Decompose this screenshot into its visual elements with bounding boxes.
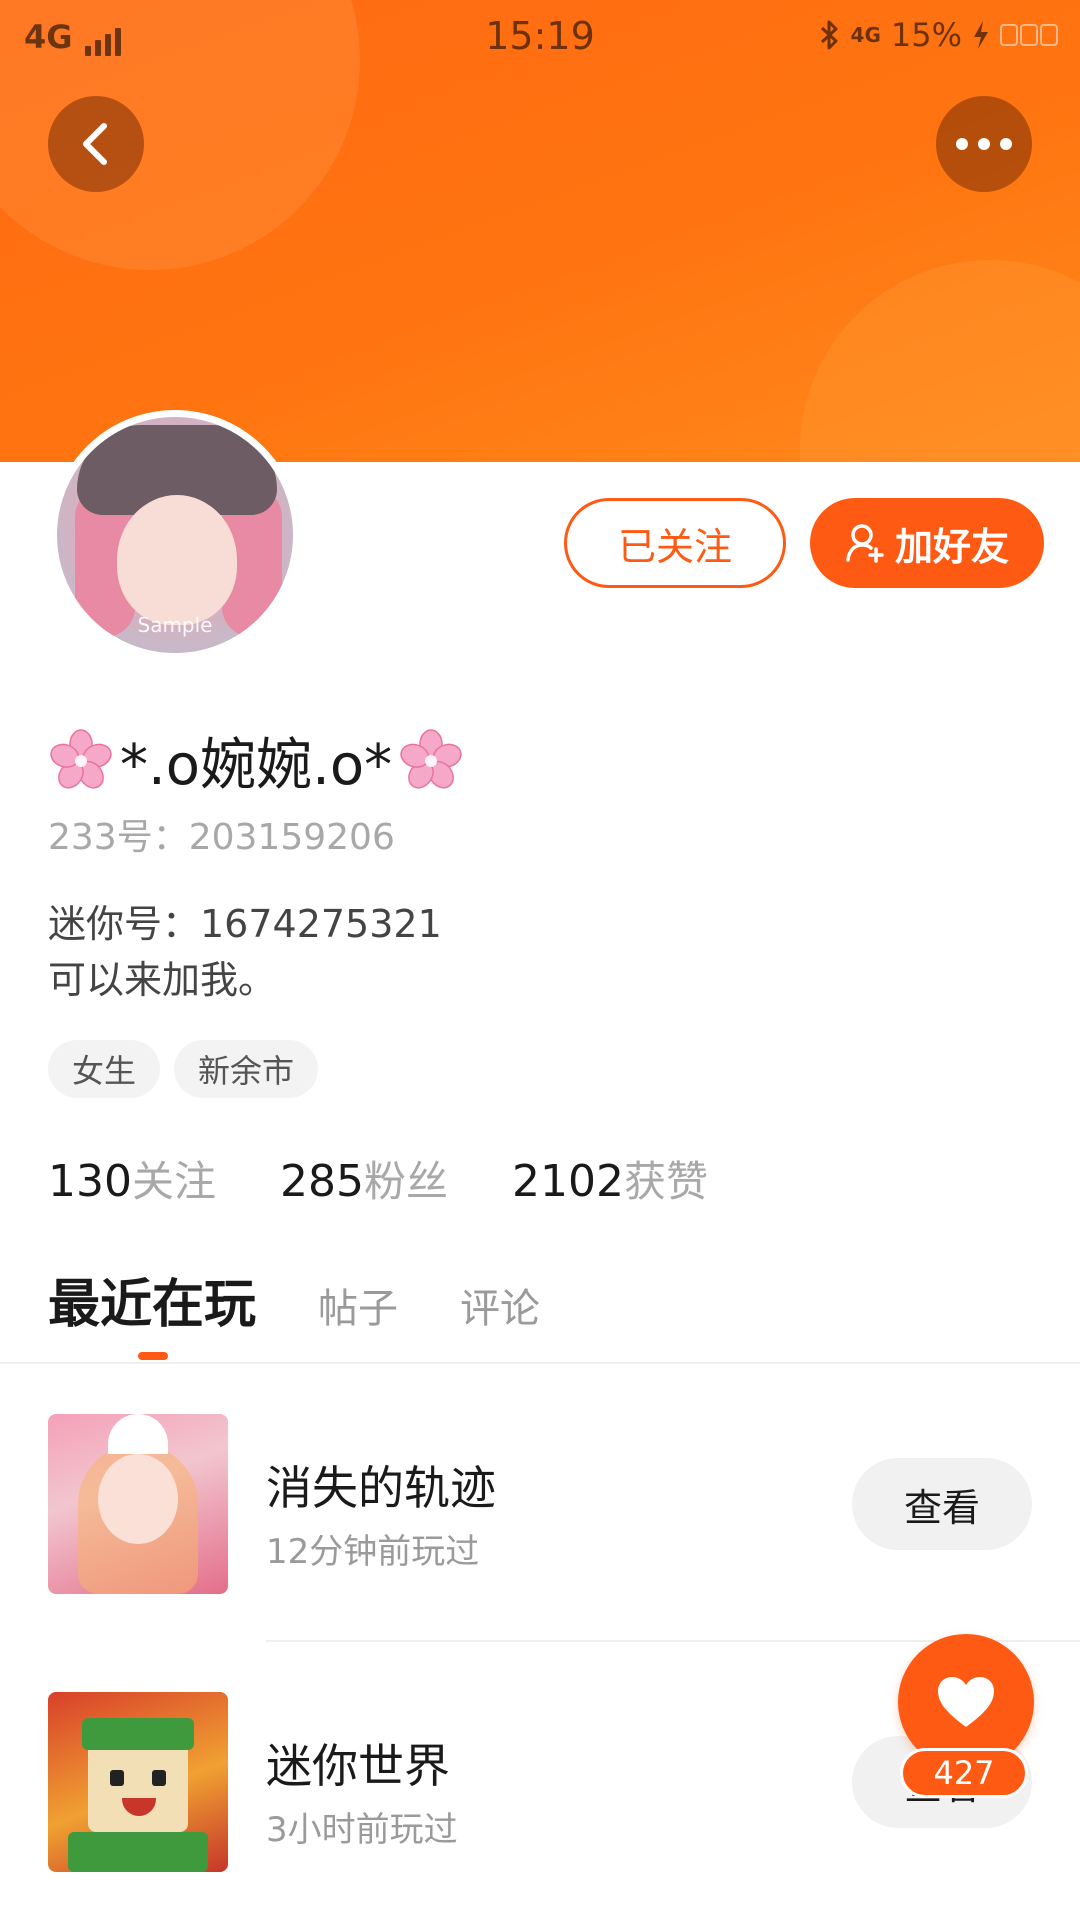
avatar-watermark: Sample	[137, 613, 213, 637]
back-button[interactable]	[48, 96, 144, 192]
tab-comments[interactable]: 评论	[460, 1276, 540, 1334]
bio-line: 可以来加我。	[48, 958, 277, 1002]
stat-number: 285	[280, 1156, 364, 1207]
add-user-icon	[846, 524, 884, 563]
heart-icon	[938, 1677, 994, 1727]
more-button[interactable]	[936, 96, 1032, 192]
profile-cover: 4G 15:19 4G 15%	[0, 0, 1080, 462]
battery-percent: 15%	[890, 16, 962, 54]
like-count: 427	[900, 1748, 1028, 1798]
sakura-icon	[50, 728, 112, 789]
stat-label: 粉丝	[363, 1157, 448, 1206]
stat-label: 关注	[131, 1157, 216, 1206]
list-item[interactable]: 消失的轨迹 12分钟前玩过 查看	[0, 1364, 1080, 1642]
game-last-played: 3小时前玩过	[266, 1810, 458, 1850]
stat-likes[interactable]: 2102 获赞	[512, 1148, 708, 1209]
profile-page: 4G 15:19 4G 15% Sample 已关注 加好友 *.o婉婉.o* …	[0, 0, 1080, 1920]
stat-number: 2102	[512, 1156, 624, 1207]
sakura-icon	[400, 728, 462, 789]
charging-icon	[974, 21, 988, 49]
tab-posts[interactable]: 帖子	[318, 1276, 398, 1334]
game-last-played: 12分钟前玩过	[266, 1532, 480, 1572]
gender-tag: 女生	[48, 1040, 161, 1098]
cover-decoration	[800, 260, 1080, 462]
battery-icon	[1000, 24, 1058, 46]
status-indicators: 4G 15%	[819, 16, 1058, 54]
profile-tags: 女生 新余市	[48, 1040, 319, 1098]
status-bar: 4G 15:19 4G 15%	[0, 0, 1080, 76]
location-tag: 新余市	[174, 1040, 319, 1098]
add-friend-label: 加好友	[894, 524, 1009, 569]
followed-button[interactable]: 已关注	[564, 498, 786, 588]
stat-following[interactable]: 130 关注	[48, 1148, 216, 1209]
game-thumbnail	[48, 1692, 228, 1872]
stat-number: 130	[48, 1156, 132, 1207]
add-friend-button[interactable]: 加好友	[810, 498, 1044, 588]
stat-fans[interactable]: 285 粉丝	[280, 1148, 448, 1209]
mobile-data-label: 4G	[850, 23, 881, 47]
content-tabs: 最近在玩 帖子 评论	[48, 1262, 540, 1337]
user-id: 233号：203159206	[48, 808, 395, 860]
game-thumbnail	[48, 1414, 228, 1594]
user-id-label: 233号：	[48, 817, 189, 858]
avatar[interactable]: Sample	[50, 410, 300, 660]
profile-stats: 130 关注 285 粉丝 2102 获赞	[48, 1148, 708, 1209]
user-id-value: 203159206	[188, 817, 395, 858]
stat-label: 获赞	[623, 1157, 708, 1206]
nickname: *.o婉婉.o*	[48, 720, 464, 801]
bio-line: 迷你号：1674275321	[48, 902, 442, 946]
bio: 迷你号：1674275321 可以来加我。	[48, 896, 442, 1008]
game-title: 迷你世界	[266, 1739, 450, 1793]
active-tab-indicator	[138, 1352, 168, 1360]
tab-recently-played[interactable]: 最近在玩	[48, 1262, 256, 1337]
nickname-text: *.o婉婉.o*	[120, 733, 393, 798]
game-title: 消失的轨迹	[266, 1461, 496, 1515]
chevron-left-icon	[83, 123, 107, 165]
bluetooth-icon	[820, 20, 838, 50]
view-button[interactable]: 查看	[852, 1458, 1032, 1550]
more-dots-icon	[956, 138, 1012, 150]
